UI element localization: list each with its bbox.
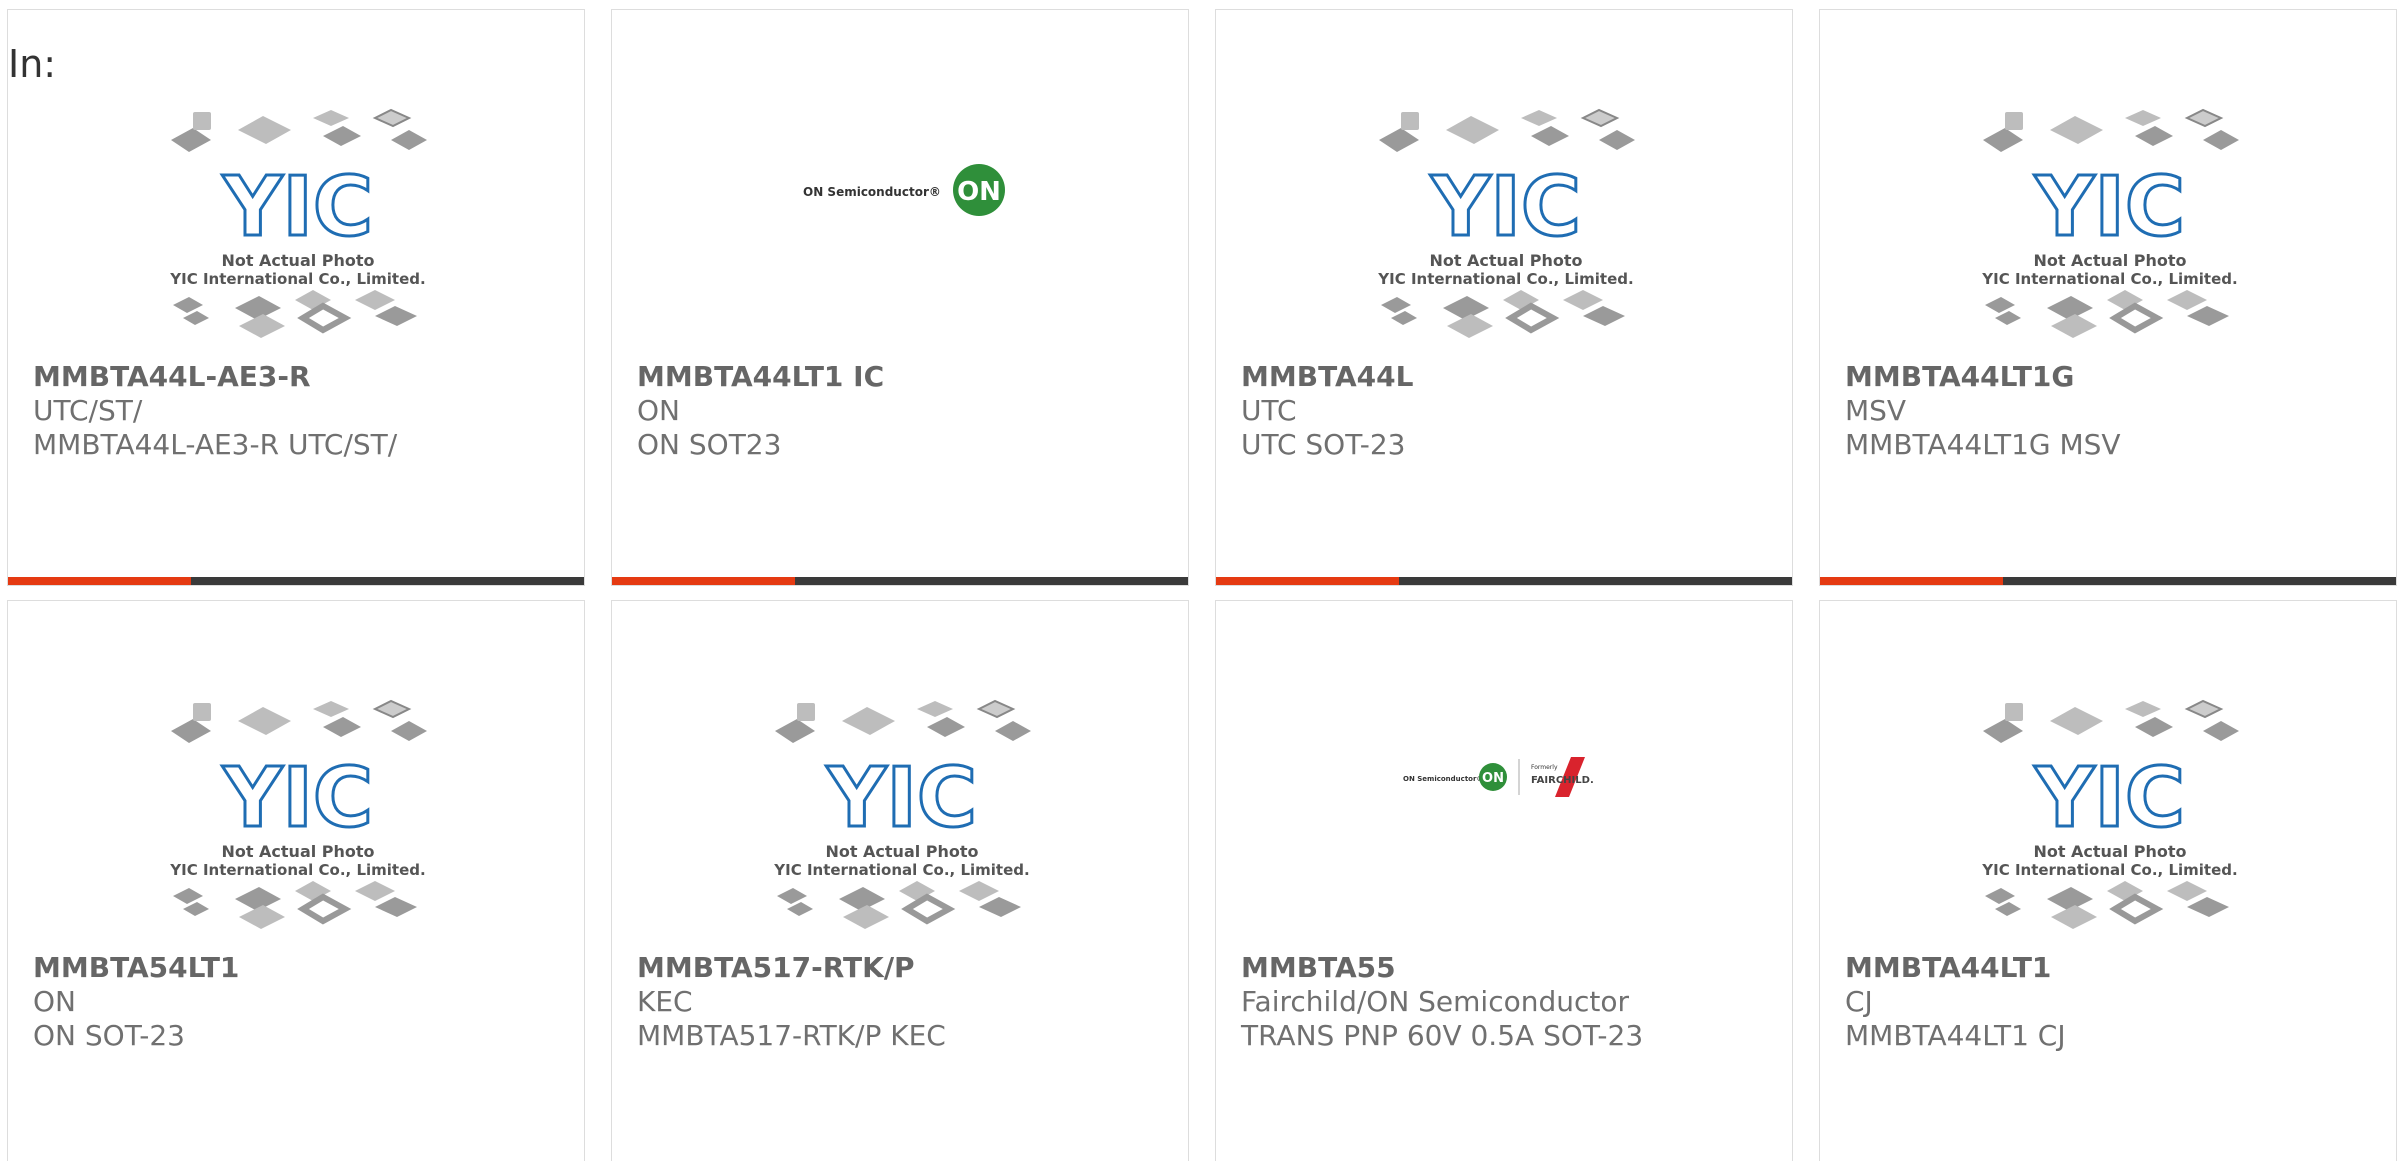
svg-text:ON Semiconductor®: ON Semiconductor® — [803, 185, 941, 199]
brand-text: ON — [637, 394, 680, 427]
product-card[interactable]: YIC Not Actual Photo YIC International Co.… — [7, 9, 585, 586]
not-actual-photo-text: Not Actual Photo — [2033, 251, 2186, 270]
yic-placeholder-image: YICNot Actual PhotoYIC International Co.… — [1981, 108, 2239, 338]
brand-text: MSV — [1845, 394, 1907, 427]
yic-placeholder-image: YICNot Actual PhotoYIC International Co.… — [773, 699, 1031, 929]
product-image[interactable]: YIC Not Actual Photo YIC International Co.… — [1820, 10, 2396, 355]
yic-logo: YIC — [2034, 751, 2185, 846]
product-grid-page: In: YIC Not Actual Photo YIC International… — [0, 0, 2400, 1161]
product-info: MMBTA55 Fairchild/ON Semiconductor TRANS P… — [1241, 951, 1772, 1053]
brand-text: UTC/ST/ — [33, 394, 143, 427]
yic-placeholder-image: YICNot Actual PhotoYIC International Co.… — [1981, 699, 2239, 929]
description-text: MMBTA44LT1G MSV — [1845, 428, 2121, 461]
product-image[interactable]: YIC Not Actual Photo YIC International Co.… — [1216, 10, 1792, 355]
card-bottom-bar — [1216, 577, 1792, 585]
product-card[interactable]: ON Semiconductor® ON MMBTA44LT1 IC ON ON SOT… — [611, 9, 1189, 586]
brand-text: CJ — [1845, 985, 1873, 1018]
company-name-text: YIC International Co., Limited. — [1981, 270, 2237, 288]
card-bottom-bar — [612, 577, 1188, 585]
card-accent-bar — [1820, 577, 2003, 585]
not-actual-photo-text: Not Actual Photo — [825, 842, 978, 861]
on-fairchild-logo-image: ON Semiconductor®ON Formerly FAIRCHILD. — [1403, 757, 1594, 797]
product-image[interactable]: ON Semiconductor® ON Formerly FAIRCHILD. — [1216, 601, 1792, 946]
brand-text: ON — [33, 985, 76, 1018]
product-image[interactable]: YIC Not Actual Photo YIC International Co.… — [8, 10, 584, 355]
product-card[interactable]: YIC Not Actual Photo YIC International Co.… — [1215, 9, 1793, 586]
yic-placeholder-image: YICNot Actual PhotoYIC International Co.… — [1377, 108, 1635, 338]
product-image[interactable]: ON Semiconductor® ON — [612, 10, 1188, 355]
company-name-text: YIC International Co., Limited. — [169, 861, 425, 879]
not-actual-photo-text: Not Actual Photo — [221, 251, 374, 270]
product-info: MMBTA44LT1G MSV MMBTA44LT1G MSV — [1845, 360, 2376, 462]
product-info: MMBTA44L-AE3-R UTC/ST/MMBTA44L-AE3-R UTC/… — [33, 360, 564, 462]
yic-logo: YIC — [2034, 160, 2185, 255]
not-actual-photo-text: Not Actual Photo — [221, 842, 374, 861]
card-bottom-bar — [8, 577, 584, 585]
part-number-link[interactable]: MMBTA44LT1 IC — [637, 360, 1168, 394]
card-bottom-bar — [1820, 577, 2396, 585]
product-info: MMBTA44L UTC UTC SOT-23 — [1241, 360, 1772, 462]
description-text: ON SOT-23 — [33, 1019, 185, 1052]
product-image[interactable]: YIC Not Actual Photo YIC International Co.… — [1820, 601, 2396, 946]
yic-logo: YIC — [222, 751, 373, 846]
description-text: MMBTA517-RTK/P KEC — [637, 1019, 946, 1052]
svg-text:FAIRCHILD.: FAIRCHILD. — [1531, 775, 1594, 786]
company-name-text: YIC International Co., Limited. — [1377, 270, 1633, 288]
product-card[interactable]: YIC Not Actual Photo YIC International Co.… — [611, 600, 1189, 1161]
card-accent-bar — [8, 577, 191, 585]
part-number-link[interactable]: MMBTA44LT1 — [1845, 951, 2376, 985]
part-number-link[interactable]: MMBTA55 — [1241, 951, 1772, 985]
yic-logo: YIC — [1430, 160, 1581, 255]
not-actual-photo-text: Not Actual Photo — [1429, 251, 1582, 270]
card-accent-bar — [1216, 577, 1399, 585]
part-number-link[interactable]: MMBTA44L — [1241, 360, 1772, 394]
in-label: In: — [8, 42, 57, 86]
company-name-text: YIC International Co., Limited. — [1981, 861, 2237, 879]
svg-text:ON Semiconductor®: ON Semiconductor® — [1403, 775, 1483, 783]
product-image[interactable]: YIC Not Actual Photo YIC International Co.… — [8, 601, 584, 946]
card-accent-bar — [612, 577, 795, 585]
part-number-link[interactable]: MMBTA44L-AE3-R — [33, 360, 564, 394]
brand-text: UTC — [1241, 394, 1297, 427]
description-text: MMBTA44L-AE3-R UTC/ST/ — [33, 428, 398, 461]
brand-text: Fairchild/ON Semiconductor — [1241, 985, 1630, 1018]
product-card[interactable]: ON Semiconductor® ON Formerly FAIRCHILD. MMB… — [1215, 600, 1793, 1161]
svg-text:ON: ON — [1482, 771, 1504, 786]
product-info: MMBTA44LT1 CJ MMBTA44LT1 CJ — [1845, 951, 2376, 1053]
description-text: MMBTA44LT1 CJ — [1845, 1019, 2066, 1052]
product-card[interactable]: YIC Not Actual Photo YIC International Co.… — [1819, 9, 2397, 586]
company-name-text: YIC International Co., Limited. — [169, 270, 425, 288]
yic-logo: YIC — [826, 751, 977, 846]
yic-logo: YIC — [222, 160, 373, 255]
product-info: MMBTA44LT1 IC ON ON SOT23 — [637, 360, 1168, 462]
brand-text: KEC — [637, 985, 693, 1018]
description-text: TRANS PNP 60V 0.5A SOT-23 — [1241, 1019, 1644, 1052]
on-semiconductor-logo-image: ON Semiconductor® ON — [803, 164, 1005, 216]
svg-text:ON: ON — [957, 177, 1001, 207]
yic-placeholder-image: YICNot Actual PhotoYIC International Co.… — [169, 699, 427, 929]
product-image[interactable]: YIC Not Actual Photo YIC International Co.… — [612, 601, 1188, 946]
product-info: MMBTA54LT1 ON ON SOT-23 — [33, 951, 564, 1053]
svg-text:Formerly: Formerly — [1531, 764, 1558, 771]
part-number-link[interactable]: MMBTA54LT1 — [33, 951, 564, 985]
description-text: UTC SOT-23 — [1241, 428, 1406, 461]
product-card[interactable]: YIC Not Actual Photo YIC International Co.… — [7, 600, 585, 1161]
not-actual-photo-text: Not Actual Photo — [2033, 842, 2186, 861]
yic-placeholder-image: YICNot Actual PhotoYIC International Co.… — [169, 108, 427, 338]
part-number-link[interactable]: MMBTA517-RTK/P — [637, 951, 1168, 985]
description-text: ON SOT23 — [637, 428, 782, 461]
part-number-link[interactable]: MMBTA44LT1G — [1845, 360, 2376, 394]
company-name-text: YIC International Co., Limited. — [773, 861, 1029, 879]
product-info: MMBTA517-RTK/P KEC MMBTA517-RTK/P KEC — [637, 951, 1168, 1053]
product-card[interactable]: YIC Not Actual Photo YIC International Co.… — [1819, 600, 2397, 1161]
